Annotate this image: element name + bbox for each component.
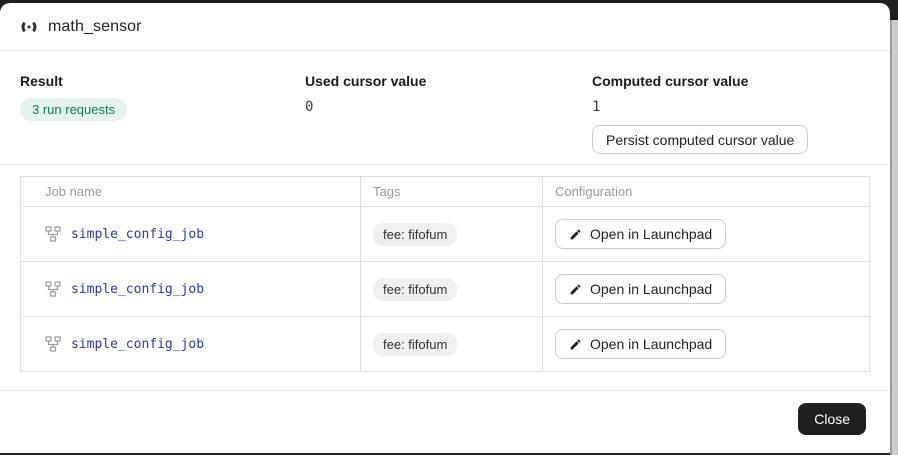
sensor-dry-run-dialog: math_sensor Result 3 run requests Used c… xyxy=(0,3,890,453)
dialog-header: math_sensor xyxy=(0,3,890,51)
job-name-link[interactable]: simple_config_job xyxy=(71,337,204,352)
pencil-icon xyxy=(569,283,582,296)
persist-cursor-button[interactable]: Persist computed cursor value xyxy=(592,125,808,154)
column-header-job-name: Job name xyxy=(21,177,361,207)
run-requests-table: Job name Tags Configuration xyxy=(20,176,870,372)
job-name-link[interactable]: simple_config_job xyxy=(71,282,204,297)
job-graph-icon xyxy=(45,336,61,352)
open-in-launchpad-button[interactable]: Open in Launchpad xyxy=(555,329,726,359)
open-in-launchpad-label: Open in Launchpad xyxy=(590,281,712,297)
result-column: Result 3 run requests xyxy=(20,73,305,164)
job-graph-icon xyxy=(45,281,61,297)
open-in-launchpad-label: Open in Launchpad xyxy=(590,226,712,242)
table-row: simple_config_job fee: fifofum Open in L… xyxy=(21,317,870,372)
open-in-launchpad-button[interactable]: Open in Launchpad xyxy=(555,219,726,249)
tag-badge: fee: fifofum xyxy=(373,278,457,301)
used-cursor-column: Used cursor value 0 xyxy=(305,73,592,164)
dialog-title: math_sensor xyxy=(48,18,142,36)
table-header-row: Job name Tags Configuration xyxy=(21,177,870,207)
computed-cursor-label: Computed cursor value xyxy=(592,73,870,89)
run-requests-table-wrap: Job name Tags Configuration xyxy=(0,165,890,372)
pencil-icon xyxy=(569,228,582,241)
table-row: simple_config_job fee: fifofum Open in L… xyxy=(21,262,870,317)
tag-badge: fee: fifofum xyxy=(373,333,457,356)
run-requests-badge: 3 run requests xyxy=(20,98,127,121)
evaluation-summary: Result 3 run requests Used cursor value … xyxy=(0,51,890,165)
modal-overlay: { "dialog": { "title": "math_sensor" }, … xyxy=(0,0,898,455)
tag-badge: fee: fifofum xyxy=(373,223,457,246)
page-scrollbar[interactable] xyxy=(890,20,898,455)
job-name-link[interactable]: simple_config_job xyxy=(71,227,204,242)
persist-cursor-button-label: Persist computed cursor value xyxy=(606,132,794,148)
open-in-launchpad-label: Open in Launchpad xyxy=(590,336,712,352)
computed-cursor-value: 1 xyxy=(592,99,600,115)
computed-cursor-column: Computed cursor value 1 Persist computed… xyxy=(592,73,870,164)
pencil-icon xyxy=(569,338,582,351)
table-row: simple_config_job fee: fifofum Open in L… xyxy=(21,207,870,262)
dialog-footer: Close xyxy=(0,390,890,453)
result-label: Result xyxy=(20,73,305,89)
column-header-tags: Tags xyxy=(361,177,543,207)
used-cursor-value: 0 xyxy=(305,99,313,115)
close-button[interactable]: Close xyxy=(798,403,866,435)
column-header-configuration: Configuration xyxy=(543,177,870,207)
used-cursor-label: Used cursor value xyxy=(305,73,592,89)
sensor-icon xyxy=(20,18,38,36)
open-in-launchpad-button[interactable]: Open in Launchpad xyxy=(555,274,726,304)
job-graph-icon xyxy=(45,226,61,242)
